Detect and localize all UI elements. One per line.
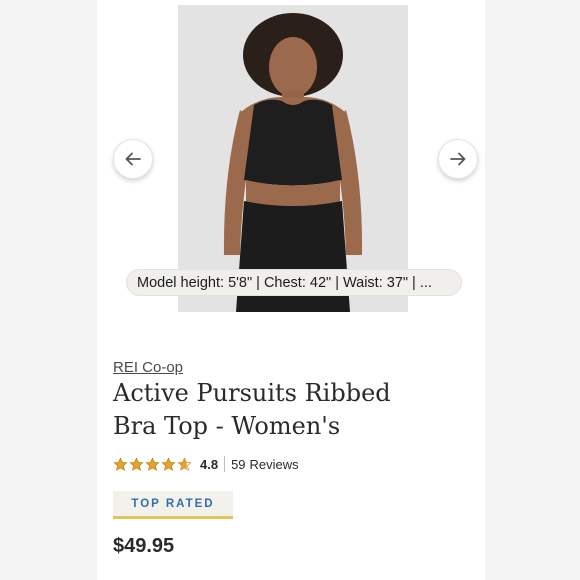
product-title: Active Pursuits Ribbed Bra Top - Women's [113, 377, 473, 443]
rating-divider [224, 456, 226, 472]
product-page: Model height: 5'8" | Chest: 42" | Waist:… [97, 0, 485, 580]
arrow-left-icon [125, 152, 141, 166]
star-icon [113, 456, 128, 471]
star-icon [145, 456, 160, 471]
star-icon [129, 456, 144, 471]
previous-image-button[interactable] [113, 139, 153, 179]
star-half-icon [177, 456, 192, 471]
rating-summary[interactable]: 4.8 59 Reviews [113, 455, 299, 473]
review-count[interactable]: 59 [231, 457, 245, 472]
model-info-text: Model height: 5'8" | Chest: 42" | Waist:… [137, 274, 432, 291]
arrow-right-icon [450, 152, 466, 166]
rating-value: 4.8 [200, 456, 219, 472]
brand-link[interactable]: REI Co-op [113, 359, 183, 376]
star-rating [113, 456, 192, 472]
top-rated-badge: TOP RATED [113, 491, 233, 519]
product-title-line-2: Bra Top - Women's [113, 412, 341, 440]
model-info-caption[interactable]: Model height: 5'8" | Chest: 42" | Waist:… [126, 269, 462, 296]
product-price: $49.95 [113, 535, 175, 557]
next-image-button[interactable] [438, 139, 478, 179]
star-icon [161, 456, 176, 471]
product-image[interactable] [178, 5, 408, 312]
product-title-line-1: Active Pursuits Ribbed [113, 379, 391, 407]
reviews-label[interactable]: Reviews [250, 457, 299, 472]
